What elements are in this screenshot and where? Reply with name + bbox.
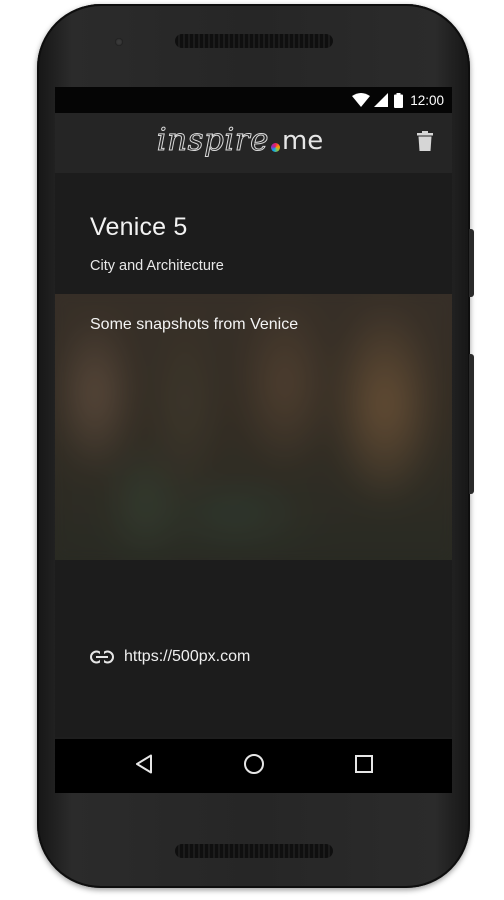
back-button[interactable]	[132, 754, 156, 778]
image-caption: Some snapshots from Venice	[90, 316, 299, 333]
cellular-signal-icon	[374, 93, 389, 107]
status-bar: 12:00	[55, 87, 452, 113]
recents-button[interactable]	[352, 754, 376, 778]
link-text[interactable]: https://500px.com	[124, 648, 250, 666]
post-title: Venice 5	[90, 213, 188, 241]
recents-icon	[355, 754, 373, 778]
post-image[interactable]: Some snapshots from Venice	[55, 294, 452, 560]
front-camera	[115, 38, 123, 46]
post-category: City and Architecture	[90, 258, 224, 274]
logo-text: inspire	[156, 122, 269, 159]
wifi-icon	[352, 93, 371, 107]
top-speaker-grille	[175, 34, 333, 48]
battery-icon	[394, 92, 404, 108]
link-icon	[90, 650, 114, 664]
bottom-speaker-grille	[175, 844, 333, 858]
home-button[interactable]	[242, 753, 266, 780]
home-icon	[243, 753, 265, 780]
app-bar: inspire me	[55, 113, 452, 173]
screen: 12:00 inspire me Venice 5 City and Archi…	[55, 87, 452, 793]
power-button	[469, 229, 474, 297]
post-card: Venice 5 City and Architecture Some snap…	[55, 173, 452, 737]
navigation-bar	[55, 739, 452, 793]
logo-dot	[270, 142, 280, 152]
status-time: 12:00	[410, 92, 444, 108]
delete-button[interactable]	[413, 130, 437, 156]
back-icon	[135, 754, 153, 779]
source-link[interactable]: https://500px.com	[90, 648, 250, 666]
logo-suffix: me	[281, 126, 324, 156]
app-logo: inspire me	[155, 119, 325, 161]
delete-icon	[417, 130, 433, 156]
volume-rocker	[469, 354, 474, 494]
